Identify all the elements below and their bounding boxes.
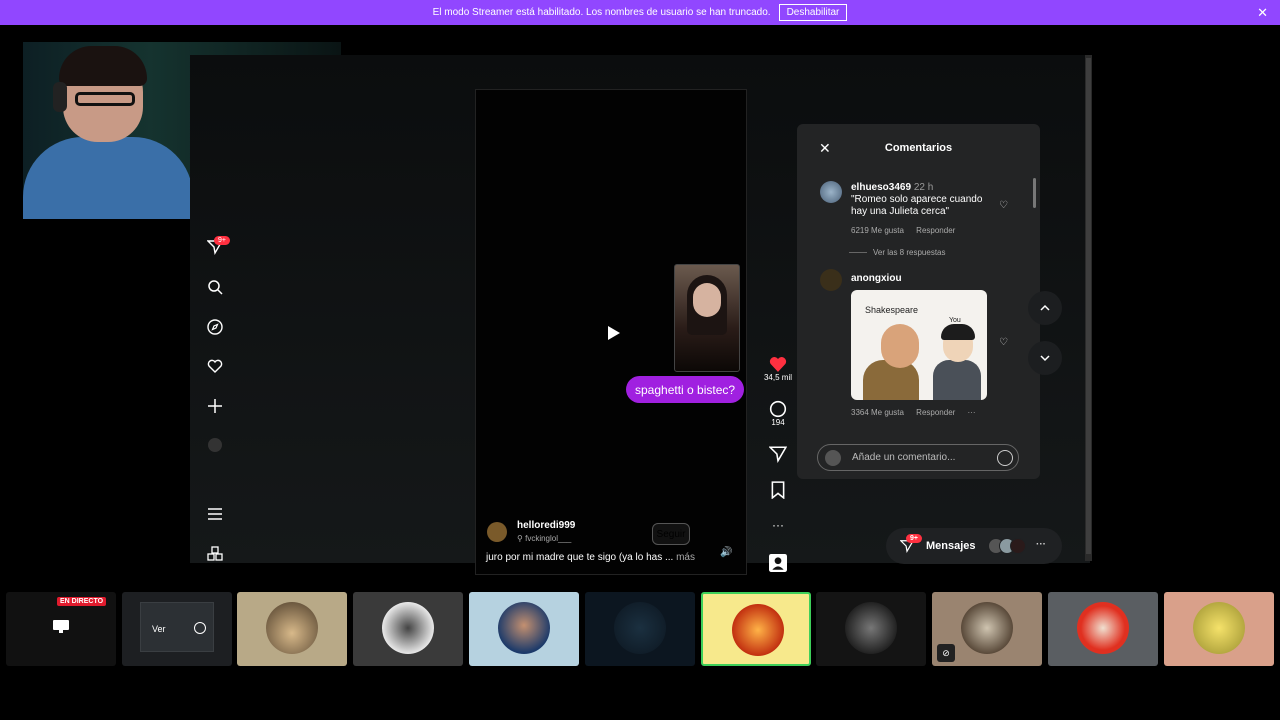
banner-message: El modo Streamer está habilitado. Los no… <box>432 7 771 18</box>
comments-panel: ✕ Comentarios elhueso3469 22 h "Romeo so… <box>797 124 1040 479</box>
reply-button[interactable]: Responder <box>916 408 955 417</box>
profile-icon[interactable] <box>204 434 226 456</box>
previous-reel-button[interactable] <box>1028 291 1062 325</box>
comment-username[interactable]: anongxiou <box>851 273 902 284</box>
comment-like-icon[interactable]: ♡ <box>999 337 1008 348</box>
audio-thumbnail[interactable] <box>761 554 795 572</box>
avatar <box>1010 538 1026 554</box>
stream-tray: Ver ⊘ <box>0 590 1280 720</box>
monitor-icon <box>53 620 69 633</box>
comment-likes[interactable]: 6219 Me gusta <box>851 226 904 235</box>
meme-text-left: Shakespeare <box>865 305 919 315</box>
participant-tile[interactable] <box>585 592 695 666</box>
audio-name[interactable]: fvckinglol___ <box>525 534 571 543</box>
comments-title: Comentarios <box>884 142 953 154</box>
bookmark-icon <box>771 481 785 499</box>
like-button[interactable]: 34,5 mil <box>761 355 795 382</box>
page-scrollbar-thumb[interactable] <box>1086 58 1091 554</box>
comment-count: 194 <box>771 418 785 427</box>
add-comment-placeholder: Añade un comentario... <box>852 452 956 463</box>
author-avatar[interactable] <box>487 522 507 542</box>
meme-text-right: You <box>949 317 961 324</box>
search-icon[interactable] <box>204 276 226 298</box>
compass-icon[interactable] <box>204 316 226 338</box>
window-share-tile[interactable]: Ver <box>122 592 232 666</box>
comment-user[interactable]: elhueso3469 22 h <box>851 182 933 193</box>
avatar <box>825 450 841 466</box>
comment-meta: 3364 Me gusta Responder ··· <box>851 408 986 417</box>
next-reel-button[interactable] <box>1028 341 1062 375</box>
reel-author[interactable]: helloredi999 ⚲ fvckinglol___ <box>487 520 575 543</box>
menu-icon[interactable] <box>204 503 226 525</box>
comment-button[interactable]: 194 <box>761 400 795 427</box>
audio-label[interactable]: ⚲ fvckinglol___ <box>517 534 571 543</box>
participant-tile[interactable] <box>1048 592 1158 666</box>
live-badge: EN DIRECTO <box>57 597 107 606</box>
comment-text: "Romeo solo aparece cuando hay una Julie… <box>851 194 983 217</box>
comment-like-icon[interactable]: ♡ <box>999 200 1008 211</box>
heart-filled-icon <box>769 357 787 372</box>
messages-label: Mensajes <box>926 540 976 552</box>
caption-more-link[interactable]: más <box>676 552 695 563</box>
participant-tile[interactable]: ⊘ <box>932 592 1042 666</box>
reply-button[interactable]: Responder <box>916 226 955 235</box>
reel-overlay-text: spaghetti o bistec? <box>626 376 745 403</box>
heart-icon[interactable] <box>204 355 226 377</box>
caption-text: juro por mi madre que te sigo (ya lo has… <box>486 552 674 563</box>
more-options-button[interactable]: ··· <box>761 518 795 532</box>
share-button[interactable] <box>761 445 795 463</box>
comment-time: 22 h <box>913 182 934 193</box>
avatar[interactable] <box>820 181 842 203</box>
participant-tile[interactable] <box>469 592 579 666</box>
send-icon <box>769 446 787 463</box>
participant-tile-speaking[interactable] <box>701 592 811 666</box>
comment-more-button[interactable]: ··· <box>968 408 976 417</box>
volume-icon[interactable]: 🔊 <box>720 547 732 558</box>
streamer-mode-banner: El modo Streamer está habilitado. Los no… <box>0 0 1280 25</box>
reel-overlay-photo <box>674 264 740 372</box>
view-replies-button[interactable]: Ver las 8 respuestas <box>849 248 945 257</box>
messages-badge: 9+ <box>906 534 922 543</box>
follow-button[interactable]: Seguir <box>652 523 690 545</box>
comment-likes[interactable]: 3364 Me gusta <box>851 408 904 417</box>
avatar[interactable] <box>820 269 842 291</box>
play-icon[interactable] <box>605 325 621 341</box>
chevron-up-icon <box>1040 304 1050 311</box>
camera-off-icon: ⊘ <box>937 644 955 662</box>
like-count: 34,5 mil <box>763 373 792 382</box>
comment-meta: 6219 Me gusta Responder <box>851 226 965 235</box>
participant-tile[interactable] <box>237 592 347 666</box>
emoji-icon[interactable] <box>997 450 1013 466</box>
participant-tile[interactable] <box>1164 592 1274 666</box>
chevron-down-icon <box>1040 355 1050 362</box>
messages-button[interactable]: 9+ Mensajes ··· <box>886 528 1062 564</box>
zoom-icon[interactable] <box>194 622 206 634</box>
messages-more[interactable]: ··· <box>1036 539 1046 550</box>
save-button[interactable] <box>761 481 795 499</box>
comment-icon <box>769 400 787 418</box>
disable-streamer-mode-button[interactable]: Deshabilitar <box>778 4 848 21</box>
comments-scrollbar[interactable] <box>1033 178 1036 208</box>
audio-avatar-icon <box>769 554 787 572</box>
apps-icon[interactable] <box>204 543 226 565</box>
view-replies-label: Ver las 8 respuestas <box>873 248 946 257</box>
reel-caption: juro por mi madre que te sigo (ya lo has… <box>486 552 695 563</box>
participant-tile[interactable] <box>353 592 463 666</box>
comment-username[interactable]: elhueso3469 <box>851 182 911 193</box>
participant-tile[interactable] <box>816 592 926 666</box>
add-comment-field[interactable]: Añade un comentario... <box>817 444 1019 471</box>
close-icon[interactable]: ✕ <box>1257 5 1268 21</box>
plus-icon[interactable] <box>204 395 226 417</box>
comment-gif: Shakespeare You <box>851 290 987 400</box>
notifications-badge: 9+ <box>214 236 230 245</box>
view-button[interactable]: Ver <box>152 624 166 634</box>
author-username[interactable]: helloredi999 <box>517 520 575 531</box>
